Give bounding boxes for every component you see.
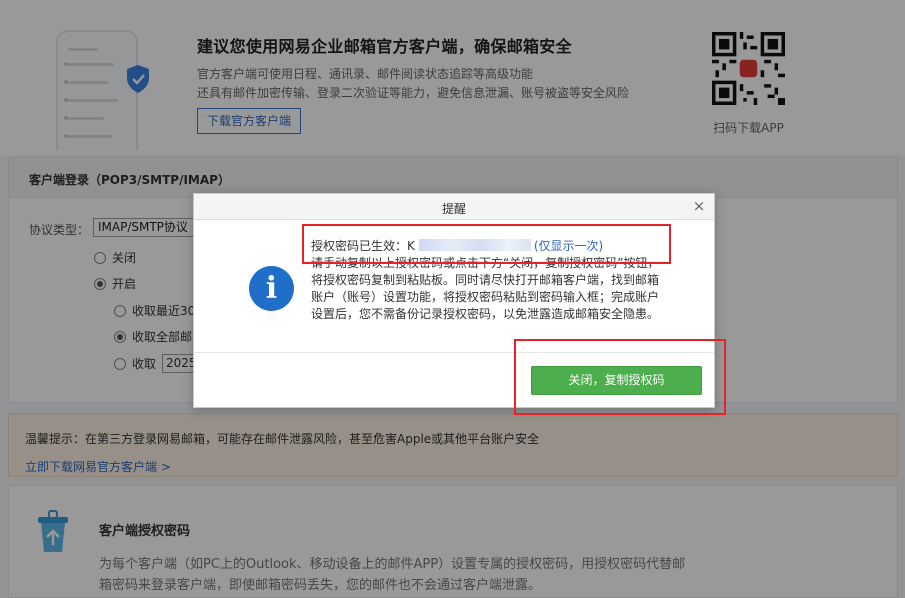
dialog-header: 提醒 × [194, 194, 714, 220]
code-highlight-box [302, 224, 671, 264]
dialog-title: 提醒 [441, 202, 466, 216]
close-icon[interactable]: × [690, 197, 708, 215]
info-icon: i [249, 266, 294, 311]
dialog-message: 请手动复制以上授权密码或点击下方“关闭，复制授权密码”按钮，将授权密码复制到粘贴… [311, 256, 660, 321]
button-highlight-box [514, 339, 726, 415]
